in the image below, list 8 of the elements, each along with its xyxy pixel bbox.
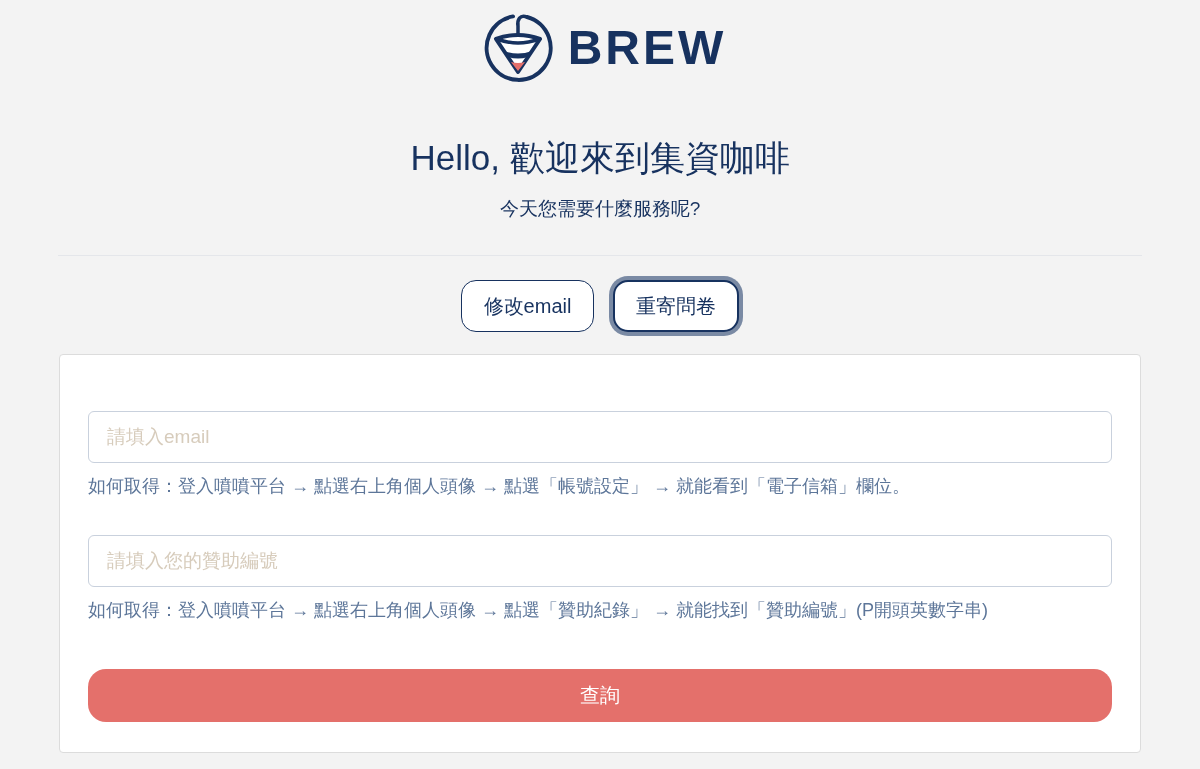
page-heading: Hello, 歡迎來到集資咖啡 [410,137,790,179]
hint-text: 如何取得：登入噴噴平台 → 點選右上角個人頭像 → 點選「贊助紀錄」 → 就能找到「贊助編號」(P開頭英數字串) [88,599,989,622]
page-subheading: 今天您需要什麼服務呢? [499,197,701,221]
input-field[interactable]: 請填入email [88,411,1112,463]
logo-wordmark: BREW [567,20,727,76]
input-field[interactable]: 請填入您的贊助編號 [88,535,1112,587]
hint-text: 如何取得：登入噴噴平台 → 點選右上角個人頭像 → 點選「帳號設定」 → 就能看到「電子信箱」欄位。 [88,475,911,498]
tab[interactable]: 修改email [460,280,595,332]
